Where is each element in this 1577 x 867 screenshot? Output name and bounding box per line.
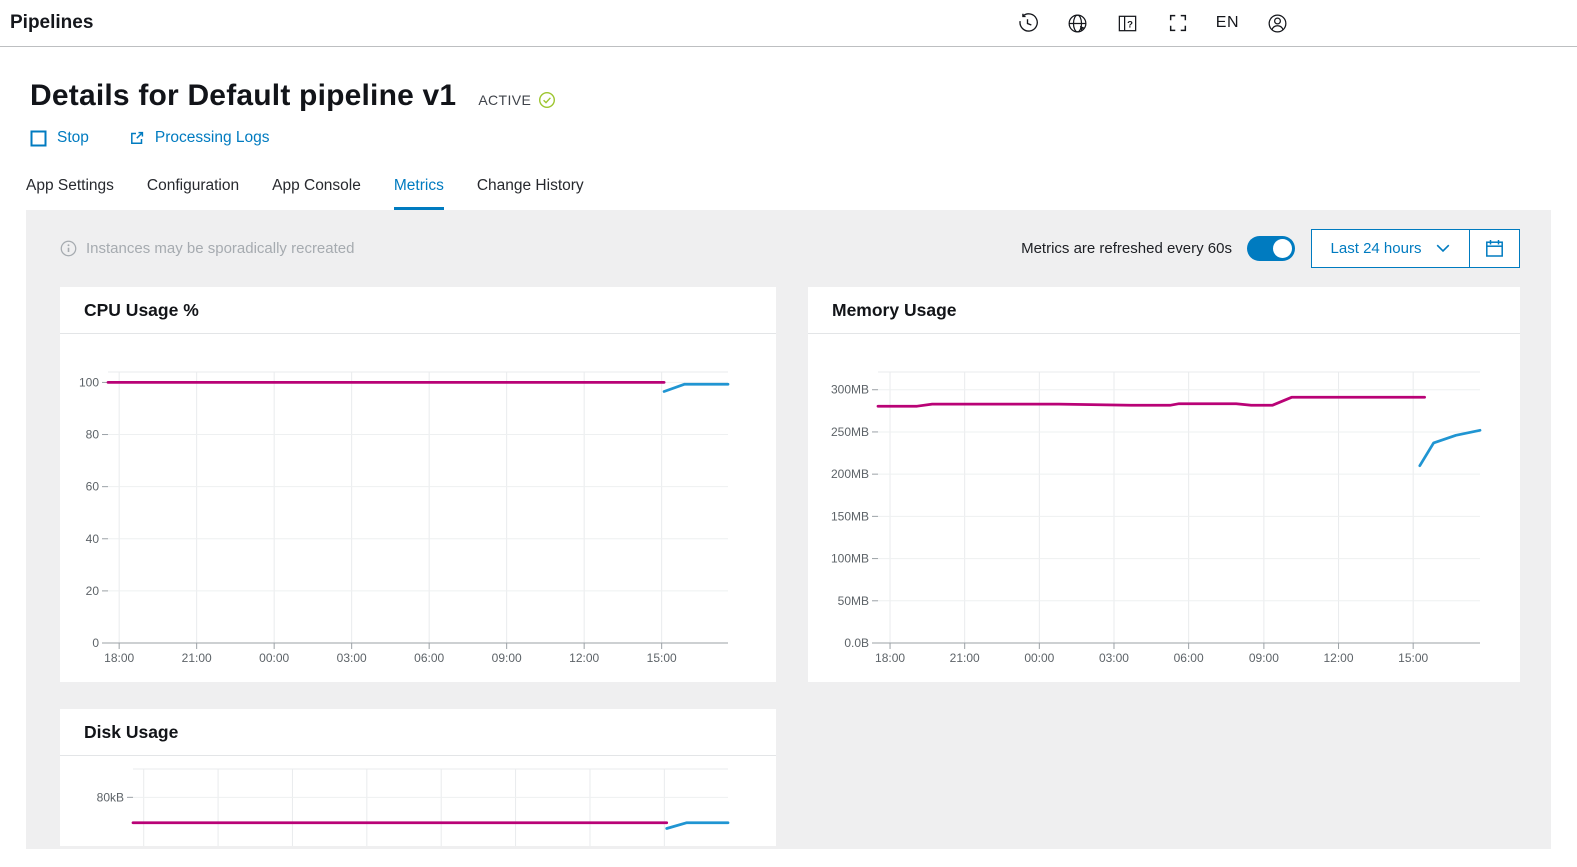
svg-text:06:00: 06:00 xyxy=(1174,651,1204,665)
instances-notice-text: Instances may be sporadically recreated xyxy=(86,240,354,257)
status-badge: ACTIVE xyxy=(478,91,556,109)
tab-bar: App Settings Configuration App Console M… xyxy=(26,177,1577,210)
cpu-usage-chart: 18:00 21:00 00:00 03:00 06:00 09:00 12:00 15:00… xyxy=(60,334,776,682)
app-title: Pipelines xyxy=(10,12,93,34)
svg-text:21:00: 21:00 xyxy=(950,651,980,665)
tab-metrics[interactable]: Metrics xyxy=(394,177,444,210)
svg-text:12:00: 12:00 xyxy=(569,651,599,665)
svg-text:50MB: 50MB xyxy=(838,594,869,608)
info-icon xyxy=(60,240,77,257)
instances-notice: Instances may be sporadically recreated xyxy=(60,240,354,257)
charts-row-top: CPU Usage % 18:00 21:00 00:00 03:00 06:00 09:… xyxy=(60,287,1520,682)
disk-usage-card: Disk Usage 18:0021:0000:0003:0006:0009:0… xyxy=(60,709,776,846)
disk-usage-chart: 18:0021:0000:0003:0006:0009:0012:0015:00… xyxy=(60,756,776,846)
tab-configuration[interactable]: Configuration xyxy=(147,177,239,210)
svg-text:250MB: 250MB xyxy=(831,425,869,439)
svg-text:150MB: 150MB xyxy=(831,509,869,523)
user-icon[interactable] xyxy=(1265,11,1289,35)
memory-usage-card: Memory Usage 18:00 21:00 00:00 03:00 06:00 09… xyxy=(808,287,1520,682)
globe-icon[interactable] xyxy=(1066,11,1090,35)
svg-text:40: 40 xyxy=(86,532,100,546)
svg-text:300MB: 300MB xyxy=(831,383,869,397)
svg-text:100: 100 xyxy=(79,375,99,389)
disk-usage-title: Disk Usage xyxy=(60,709,776,756)
time-range-dropdown[interactable]: Last 24 hours xyxy=(1312,230,1470,267)
svg-text:18:00: 18:00 xyxy=(104,651,134,665)
svg-text:18:00: 18:00 xyxy=(875,651,905,665)
svg-text:12:00: 12:00 xyxy=(1324,651,1354,665)
svg-text:03:00: 03:00 xyxy=(337,651,367,665)
refresh-toggle[interactable] xyxy=(1247,236,1295,261)
metrics-panel: Instances may be sporadically recreated … xyxy=(26,210,1551,849)
svg-text:03:00: 03:00 xyxy=(1099,651,1129,665)
svg-text:200MB: 200MB xyxy=(831,467,869,481)
topbar-icon-group: ? EN xyxy=(1016,11,1289,35)
refresh-controls: Metrics are refreshed every 60s Last 24 … xyxy=(1021,229,1520,268)
svg-text:00:00: 00:00 xyxy=(1024,651,1054,665)
page-head: Details for Default pipeline v1 ACTIVE xyxy=(30,79,1577,113)
refresh-label: Metrics are refreshed every 60s xyxy=(1021,240,1232,257)
svg-text:20: 20 xyxy=(86,584,100,598)
calendar-icon xyxy=(1484,238,1505,259)
toggle-knob xyxy=(1273,239,1292,258)
svg-text:60: 60 xyxy=(86,480,100,494)
svg-text:80kB: 80kB xyxy=(97,790,124,804)
page-actions: Stop Processing Logs xyxy=(30,129,1577,147)
stop-label: Stop xyxy=(57,129,89,147)
status-label: ACTIVE xyxy=(478,92,531,108)
svg-text:15:00: 15:00 xyxy=(1398,651,1428,665)
processing-logs-link[interactable]: Processing Logs xyxy=(129,129,270,147)
svg-text:15:00: 15:00 xyxy=(647,651,677,665)
cpu-usage-title: CPU Usage % xyxy=(60,287,776,334)
svg-text:09:00: 09:00 xyxy=(492,651,522,665)
calendar-button[interactable] xyxy=(1470,230,1519,267)
panel-controls-row: Instances may be sporadically recreated … xyxy=(60,228,1520,268)
processing-logs-label: Processing Logs xyxy=(155,129,270,147)
memory-usage-title: Memory Usage xyxy=(808,287,1520,334)
top-bar: Pipelines ? xyxy=(0,0,1577,47)
tab-app-console[interactable]: App Console xyxy=(272,177,361,210)
time-range-control: Last 24 hours xyxy=(1311,229,1520,268)
charts-row-bottom: Disk Usage 18:0021:0000:0003:0006:0009:0… xyxy=(60,709,1520,846)
stop-icon xyxy=(30,130,47,147)
svg-text:0: 0 xyxy=(92,636,99,650)
tab-change-history[interactable]: Change History xyxy=(477,177,584,210)
page-title: Details for Default pipeline v1 xyxy=(30,79,456,113)
help-manual-icon[interactable]: ? xyxy=(1116,11,1140,35)
svg-text:80: 80 xyxy=(86,428,100,442)
external-link-icon xyxy=(129,130,145,146)
memory-usage-chart: 18:00 21:00 00:00 03:00 06:00 09:00 12:00 15:00… xyxy=(808,334,1520,682)
svg-text:06:00: 06:00 xyxy=(414,651,444,665)
stop-button[interactable]: Stop xyxy=(30,129,89,147)
svg-text:09:00: 09:00 xyxy=(1249,651,1279,665)
cpu-usage-card: CPU Usage % 18:00 21:00 00:00 03:00 06:00 09:… xyxy=(60,287,776,682)
svg-text:0.0B: 0.0B xyxy=(844,636,869,650)
svg-text:?: ? xyxy=(1127,19,1133,30)
svg-text:00:00: 00:00 xyxy=(259,651,289,665)
language-selector[interactable]: EN xyxy=(1216,14,1239,32)
svg-text:100MB: 100MB xyxy=(831,552,869,566)
history-icon[interactable] xyxy=(1016,11,1040,35)
svg-text:21:00: 21:00 xyxy=(182,651,212,665)
chevron-down-icon xyxy=(1436,244,1450,253)
time-range-value: Last 24 hours xyxy=(1331,240,1422,257)
status-check-icon xyxy=(538,91,556,109)
fullscreen-icon[interactable] xyxy=(1166,11,1190,35)
tab-app-settings[interactable]: App Settings xyxy=(26,177,114,210)
